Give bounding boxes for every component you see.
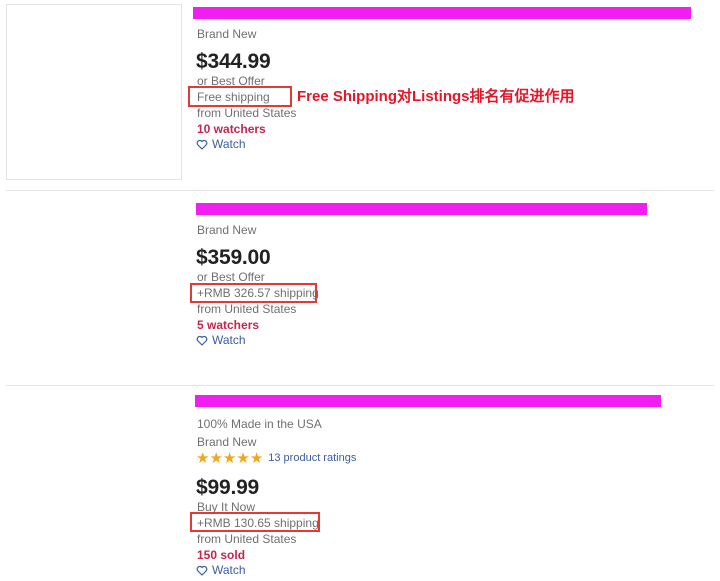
listing-1-thumbnail[interactable] xyxy=(6,4,182,180)
listing-3-sold-count: 150 sold xyxy=(197,548,246,562)
listing-1-title-redacted[interactable] xyxy=(193,7,691,19)
listing-3-shipping: +RMB 130.65 shipping xyxy=(197,516,319,530)
listing-divider-2 xyxy=(6,385,714,386)
listing-2-shipping: +RMB 326.57 shipping xyxy=(197,286,319,300)
star-icon: ★ xyxy=(222,449,237,467)
listing-2-watch-label: Watch xyxy=(212,333,246,347)
heart-outline-icon xyxy=(196,139,208,150)
star-icon: ★ xyxy=(236,449,250,467)
listing-1-location: from United States xyxy=(197,106,297,120)
listing-3-subtitle: 100% Made in the USA xyxy=(197,417,322,431)
listing-2-watchers: 5 watchers xyxy=(197,318,260,332)
listing-2-title-redacted[interactable] xyxy=(196,203,647,215)
listing-2-location: from United States xyxy=(197,302,297,316)
listing-3-condition: Brand New xyxy=(197,435,257,449)
listing-1-price: $344.99 xyxy=(196,50,271,73)
listing-1-watchers: 10 watchers xyxy=(197,122,266,136)
listing-3-watch-label: Watch xyxy=(212,563,246,577)
listing-3-title-redacted[interactable] xyxy=(195,395,661,407)
listing-2-watch-button[interactable]: Watch xyxy=(196,333,246,347)
listing-2-price: $359.00 xyxy=(196,246,271,269)
star-icon: ★ xyxy=(196,449,210,467)
product-ratings-link[interactable]: 13 product ratings xyxy=(268,452,356,464)
star-icon: ★ xyxy=(209,449,223,467)
listing-3-watch-button[interactable]: Watch xyxy=(196,563,246,577)
listing-3-location: from United States xyxy=(197,532,297,546)
free-shipping-annotation: Free Shipping对Listings排名有促进作用 xyxy=(297,88,575,105)
heart-outline-icon xyxy=(196,565,208,576)
heart-outline-icon xyxy=(196,335,208,346)
listing-1-condition: Brand New xyxy=(197,27,257,41)
listing-3-price: $99.99 xyxy=(196,476,260,499)
star-icon: ★ xyxy=(249,449,264,467)
listing-1-shipping: Free shipping xyxy=(197,90,270,104)
listing-2-condition: Brand New xyxy=(197,223,257,237)
listing-1-watch-button[interactable]: Watch xyxy=(196,137,246,151)
listing-1-watch-label: Watch xyxy=(212,137,246,151)
listing-2-purchase-option: or Best Offer xyxy=(197,270,265,284)
listing-divider-1 xyxy=(6,190,714,191)
star-rating: ★ ★ ★ ★ ★ xyxy=(196,449,264,467)
listing-3-rating[interactable]: ★ ★ ★ ★ ★ 13 product ratings xyxy=(196,449,356,467)
